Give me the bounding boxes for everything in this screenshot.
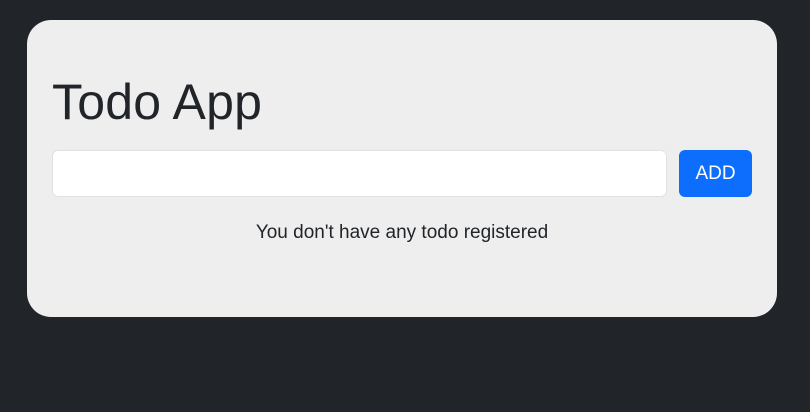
todo-card: Todo App ADD You don't have any todo reg…: [27, 20, 777, 317]
empty-state-message: You don't have any todo registered: [255, 222, 549, 243]
page-title: Todo App: [52, 74, 263, 130]
todo-form: ADD: [52, 150, 752, 197]
todo-input[interactable]: [52, 150, 667, 197]
add-button[interactable]: ADD: [679, 150, 752, 197]
